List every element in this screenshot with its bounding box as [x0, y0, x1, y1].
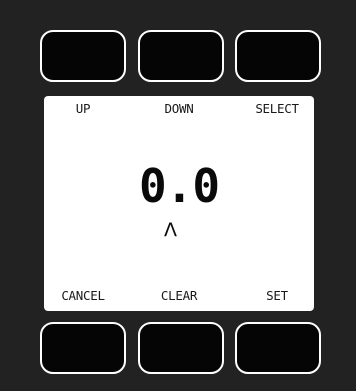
clear-label: CLEAR	[160, 288, 198, 303]
select-button[interactable]	[235, 30, 321, 82]
device-panel: UP DOWN SELECT 0.0 Λ CANCEL CLEAR SET	[0, 0, 356, 391]
down-label: DOWN	[164, 101, 194, 116]
select-label: SELECT	[255, 101, 299, 116]
lcd-screen: UP DOWN SELECT 0.0 Λ CANCEL CLEAR SET	[44, 96, 314, 311]
cursor-caret-icon: Λ	[164, 219, 177, 241]
up-button[interactable]	[40, 30, 126, 82]
set-label: SET	[266, 288, 288, 303]
cancel-button[interactable]	[40, 322, 126, 374]
cancel-label: CANCEL	[61, 288, 105, 303]
numeric-value: 0.0	[138, 159, 220, 213]
down-button[interactable]	[138, 30, 224, 82]
clear-button[interactable]	[138, 322, 224, 374]
up-label: UP	[75, 101, 91, 116]
set-button[interactable]	[235, 322, 321, 374]
